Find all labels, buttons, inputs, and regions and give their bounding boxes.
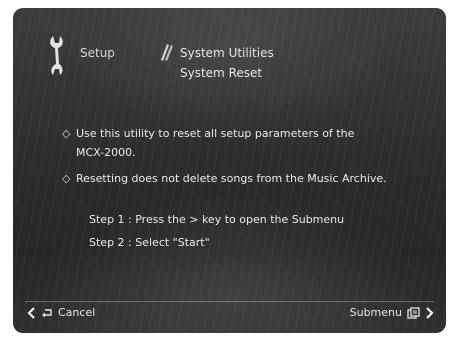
page-title: System Reset [180,66,263,80]
info-bullet-reset-parameters: ◇ Use this utility to reset all setup pa… [62,124,402,162]
setup-label: Setup [80,46,115,60]
wrench-icon [50,36,63,75]
step-1-text: Step 1 : Press the > key to open the Sub… [89,213,345,226]
return-arrow-icon [42,308,52,317]
chevron-right-icon[interactable] [425,306,434,319]
submenu-icon [407,306,420,319]
footer-divider [25,301,434,302]
chevron-left-icon[interactable] [27,306,36,319]
cancel-label: Cancel [58,306,96,319]
bullet-text: Resetting does not delete songs from the… [76,172,387,185]
submenu-button[interactable]: Submenu [350,306,434,319]
tools-icon [161,44,173,61]
bullet-text: Use this utility to reset all setup para… [76,127,355,159]
diamond-bullet-icon: ◇ [62,172,71,185]
device-frame: Setup System Utilities System Reset ◇ Us… [0,0,456,342]
tv-screen: Setup System Utilities System Reset ◇ Us… [13,8,446,333]
breadcrumb-system-utilities: System Utilities [180,46,274,60]
diamond-bullet-icon: ◇ [62,127,71,140]
submenu-label: Submenu [349,306,402,319]
step-2-text: Step 2 : Select "Start" [89,236,210,249]
info-bullet-songs-kept: ◇ Resetting does not delete songs from t… [62,169,432,188]
cancel-button[interactable]: Cancel [27,306,95,319]
